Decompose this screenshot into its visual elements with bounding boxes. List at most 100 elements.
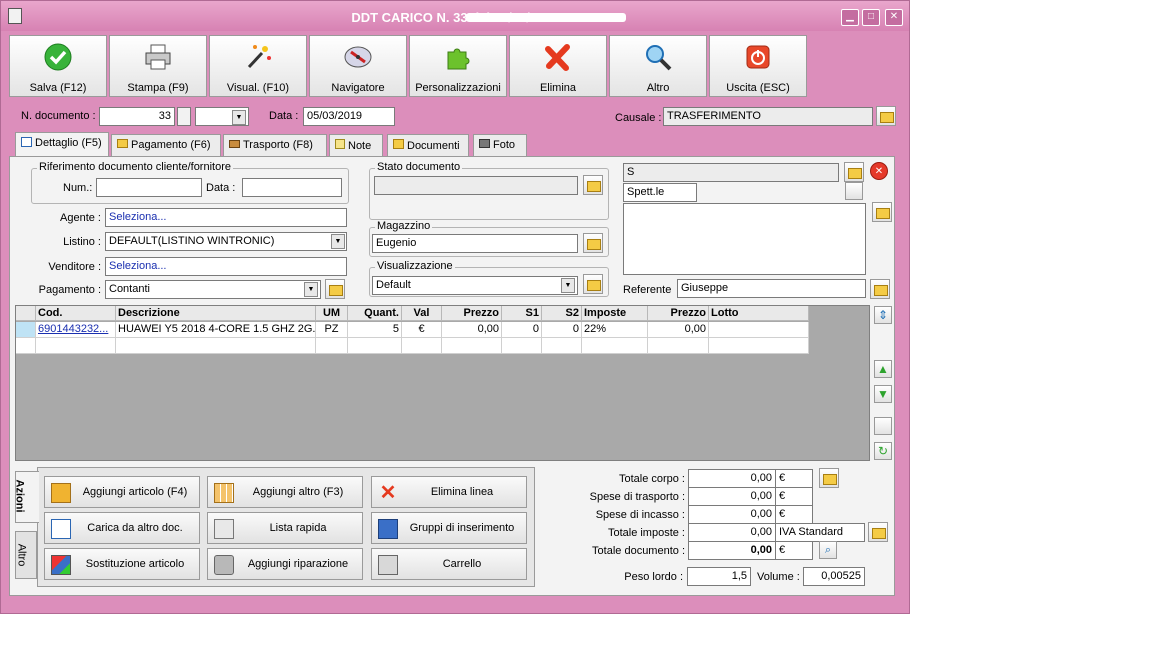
side-tab-other[interactable]: Altro [15,531,37,579]
empty-row[interactable] [582,338,648,354]
maximize-icon[interactable]: □ [862,9,880,26]
tab-note[interactable]: Note [329,134,383,156]
col-header[interactable]: S1 [502,306,542,321]
doc-number-suffix[interactable] [177,107,191,126]
col-header[interactable]: Quant. [348,306,402,321]
add-item-button[interactable]: Aggiungi articolo (F4) [44,476,200,508]
table-cell[interactable]: 0,00 [442,322,502,338]
vat-folder-icon[interactable] [868,522,888,542]
causale-folder-icon[interactable] [876,106,896,126]
empty-row[interactable] [316,338,348,354]
greeting-input[interactable]: Spett.le [623,183,697,202]
col-header[interactable]: UM [316,306,348,321]
side-tab-actions[interactable]: Azioni [14,471,39,523]
causale-input[interactable]: TRASFERIMENTO [663,107,873,126]
empty-row[interactable] [648,338,709,354]
row-indicator[interactable] [16,322,36,338]
view-select[interactable]: Default [372,276,578,295]
preview-button[interactable]: Visual. (F10) [209,35,307,97]
close-icon[interactable]: ✕ [885,9,903,26]
total-body-folder-icon[interactable] [819,468,839,488]
col-header[interactable]: Cod. [36,306,116,321]
add-other-button[interactable]: Aggiungi altro (F3) [207,476,363,508]
table-cell[interactable]: 5 [348,322,402,338]
customer-address-box[interactable] [623,203,866,275]
status-input[interactable] [374,176,578,195]
col-header[interactable]: Prezzo [648,306,709,321]
chevron-down-icon[interactable]: ▼ [331,234,345,249]
table-cell[interactable]: 22% [582,322,648,338]
agent-input[interactable]: Seleziona... [105,208,347,227]
col-header[interactable]: Prezzo [442,306,502,321]
address-folder-icon[interactable] [872,202,892,222]
empty-row[interactable] [542,338,582,354]
payment-select[interactable]: Contanti [105,280,321,299]
col-header[interactable]: Descrizione [116,306,316,321]
sort-arrows-icon[interactable]: ⇕ [874,306,892,324]
arrow-down-icon[interactable]: ▼ [874,385,892,403]
empty-row[interactable] [348,338,402,354]
date-input[interactable]: 05/03/2019 [303,107,395,126]
empty-row[interactable] [16,338,36,354]
tab-documenti[interactable]: Documenti [387,134,469,156]
delete-line-button[interactable]: ✕ Elimina linea [371,476,527,508]
collection-cost-input[interactable]: 0,00 [688,505,776,524]
doc-number-input[interactable]: 33 [99,107,175,126]
tab-foto[interactable]: Foto [473,134,527,156]
arrow-up-icon[interactable]: ▲ [874,360,892,378]
quick-list-button[interactable]: Lista rapida [207,512,363,544]
table-cell[interactable]: 0,00 [648,322,709,338]
contact-input[interactable]: Giuseppe [677,279,866,298]
tab-trasporto[interactable]: Trasporto (F8) [223,134,327,156]
vat-type-field[interactable]: IVA Standard [775,523,865,542]
empty-row[interactable] [116,338,316,354]
shipping-cost-input[interactable]: 0,00 [688,487,776,506]
print-button[interactable]: Stampa (F9) [109,35,207,97]
navigator-button[interactable]: Navigatore [309,35,407,97]
empty-row[interactable] [402,338,442,354]
price-list-select[interactable]: DEFAULT(LISTINO WINTRONIC) [105,232,347,251]
table-cell[interactable]: € [402,322,442,338]
table-cell[interactable]: 0 [502,322,542,338]
seller-input[interactable]: Seleziona... [105,257,347,276]
save-button[interactable]: Salva (F12) [9,35,107,97]
contact-folder-icon[interactable] [870,279,890,299]
chevron-down-icon[interactable]: ▼ [561,278,575,293]
minimize-icon[interactable]: ▁ [841,9,859,26]
exit-button[interactable]: Uscita (ESC) [709,35,807,97]
customer-clear-icon[interactable]: ✕ [870,162,888,180]
ref-date-input[interactable] [242,178,342,197]
zoom-icon[interactable]: ⌕ [819,541,837,559]
other-button[interactable]: Altro [609,35,707,97]
table-cell[interactable] [709,322,809,338]
customizations-button[interactable]: Personalizzazioni [409,35,507,97]
insert-groups-button[interactable]: Gruppi di inserimento [371,512,527,544]
customer-name-input[interactable]: S [623,163,839,182]
table-cell[interactable]: 0 [542,322,582,338]
replace-item-button[interactable]: Sostituzione articolo [44,548,200,580]
empty-row[interactable] [442,338,502,354]
col-header[interactable]: Lotto [709,306,809,321]
view-folder-icon[interactable] [583,274,603,294]
refresh-icon[interactable]: ↻ [874,442,892,460]
col-header[interactable]: Imposte [582,306,648,321]
status-folder-icon[interactable] [583,175,603,195]
chevron-down-icon[interactable]: ▼ [304,282,318,297]
chevron-down-icon[interactable]: ▼ [232,110,246,125]
col-header[interactable]: Val [402,306,442,321]
tab-pagamento[interactable]: Pagamento (F6) [111,134,221,156]
empty-row[interactable] [709,338,809,354]
col-header[interactable]: S2 [542,306,582,321]
payment-folder-icon[interactable] [325,279,345,299]
add-repair-button[interactable]: Aggiungi riparazione [207,548,363,580]
table-cell[interactable]: PZ [316,322,348,338]
ref-num-input[interactable] [96,178,202,197]
warehouse-input[interactable]: Eugenio [372,234,578,253]
doc-series-select[interactable]: ▼ [195,107,249,126]
user-icon[interactable] [845,182,863,200]
delete-button[interactable]: Elimina [509,35,607,97]
cart-button[interactable]: Carrello [371,548,527,580]
table-cell[interactable]: HUAWEI Y5 2018 4-CORE 1.5 GHZ 2G... [116,322,316,338]
table-cell[interactable]: 6901443232... [36,322,116,338]
empty-row[interactable] [36,338,116,354]
